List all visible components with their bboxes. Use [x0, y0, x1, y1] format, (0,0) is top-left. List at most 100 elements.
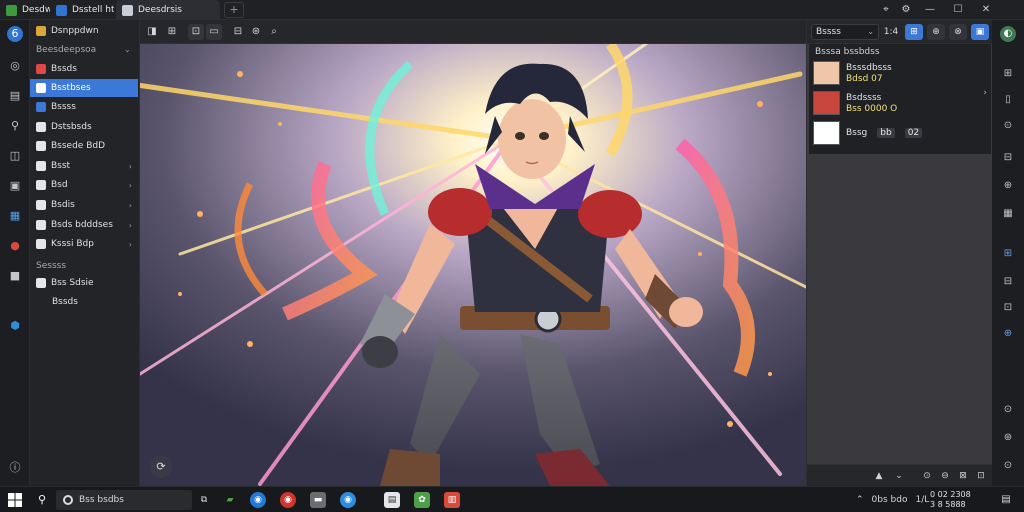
sidebar-item-2[interactable]: Bssss	[30, 98, 138, 116]
browser-icon[interactable]: ◉	[340, 492, 356, 508]
move-down-icon[interactable]: ⌄	[891, 468, 907, 484]
folder-icon[interactable]: ▬	[310, 492, 326, 508]
add-icon[interactable]: ⊕	[1000, 178, 1016, 194]
frame-tool-icon[interactable]: ⊡	[188, 24, 204, 40]
table-icon[interactable]: ⊟	[1000, 274, 1016, 290]
minimize-button[interactable]: —	[918, 0, 942, 20]
panel-icon[interactable]: ▯	[1000, 92, 1016, 108]
sidebar-item-top[interactable]: Dsnppdwn	[30, 22, 138, 40]
office-app-icon[interactable]: ▥	[444, 492, 460, 508]
move-up-icon[interactable]: ▲	[871, 468, 887, 484]
delete-icon[interactable]: ⊠	[955, 468, 971, 484]
tab-desdw[interactable]: Desdw	[0, 0, 50, 20]
sidebar-item-3[interactable]: Dstsbsds	[30, 118, 138, 136]
panel-icon[interactable]: ◫	[7, 148, 23, 164]
clock[interactable]: 0 02 2308 3 8 5888	[930, 490, 971, 510]
sidebar-item-8[interactable]: Bsds bdddses ›	[30, 216, 138, 234]
notification-icon[interactable]: ▤	[998, 492, 1014, 508]
grid-tool-icon[interactable]: ⊟	[230, 24, 246, 40]
sidebar-item-label: Bsdis	[51, 200, 75, 210]
settings-icon[interactable]: ⚙	[894, 0, 918, 20]
character-artwork	[140, 44, 806, 486]
edge-icon[interactable]: ◉	[250, 492, 266, 508]
view-select[interactable]: Bssss ⌄	[811, 24, 879, 40]
chevron-right-icon[interactable]: ›	[983, 88, 987, 98]
search-icon[interactable]: ⚲	[34, 492, 50, 508]
close-button[interactable]: ✕	[974, 0, 998, 20]
profile-icon[interactable]: ◐	[1000, 26, 1016, 42]
layer-item[interactable]: Bssg bb 02	[813, 120, 973, 146]
record-icon[interactable]: ●	[7, 238, 23, 254]
layer-badge[interactable]: bb	[877, 128, 895, 138]
visibility-icon[interactable]: ⊙	[919, 468, 935, 484]
windows-start-icon[interactable]	[8, 493, 22, 507]
sidebar-item-6[interactable]: Bsd ›	[30, 176, 138, 194]
sidebar-section-header: Beesdeepsoa	[36, 45, 97, 55]
gallery-icon[interactable]: ▦	[7, 208, 23, 224]
frame-icon[interactable]: ⊡	[1000, 300, 1016, 316]
shape-icon[interactable]: ⊕	[1000, 326, 1016, 342]
maximize-button[interactable]: ☐	[946, 0, 970, 20]
duplicate-icon[interactable]: ⊡	[973, 468, 989, 484]
tray-network[interactable]: 1/L	[915, 495, 929, 505]
mask-icon[interactable]: ⊖	[937, 468, 953, 484]
image-canvas[interactable]: ⟳	[140, 44, 806, 486]
layout-icon[interactable]: ⊞	[1000, 246, 1016, 262]
copy-icon[interactable]: ⊟	[1000, 150, 1016, 166]
rect-tool-icon[interactable]: ▭	[206, 24, 222, 40]
notes-app-icon[interactable]: ▤	[384, 492, 400, 508]
layer-item[interactable]: Bsdssss Bss 0000 O	[813, 90, 973, 116]
grid-view-icon[interactable]: ⊞	[905, 24, 923, 40]
canvas-options-icon[interactable]: ⟳	[150, 456, 172, 478]
info-icon[interactable]: ⓘ	[7, 460, 23, 476]
search-icon[interactable]: ⚲	[7, 118, 23, 134]
chevron-up-icon[interactable]: ⌃	[856, 495, 864, 505]
expand-icon[interactable]: ⊞	[1000, 66, 1016, 82]
zoom-tool-icon[interactable]: ⌕	[266, 24, 282, 40]
tab-deesdrsis-active[interactable]: Deesdrsis	[116, 0, 220, 20]
select-tool-icon[interactable]: ◨	[144, 24, 160, 40]
effects-tool-icon[interactable]: ⊛	[248, 24, 264, 40]
sidebar-item-extra-1[interactable]: Bssds	[30, 293, 138, 311]
sidebar-item-1-active[interactable]: Bsstbses	[30, 79, 138, 97]
explore-icon[interactable]: ◎	[7, 58, 23, 74]
layer-item[interactable]: Bsssdbsss Bdsd 07	[813, 60, 973, 86]
history-icon[interactable]: ⊙	[1000, 402, 1016, 418]
zoom-value[interactable]: 1:4	[881, 24, 901, 40]
link-icon[interactable]: ⊙	[1000, 118, 1016, 134]
section-chevron-icon[interactable]: ⌄	[124, 45, 131, 54]
sidebar-item-9[interactable]: Ksssi Bdp ›	[30, 235, 138, 253]
settings-icon[interactable]: ⊙	[1000, 458, 1016, 474]
effects-icon[interactable]: ⊛	[1000, 430, 1016, 446]
home-icon[interactable]: 6	[7, 26, 23, 42]
taskbar-search[interactable]: Bss bsdbs	[56, 490, 192, 510]
add-view-icon[interactable]: ⊕	[927, 24, 945, 40]
leaf-app-icon[interactable]: ✿	[414, 492, 430, 508]
remove-view-icon[interactable]: ⊗	[949, 24, 967, 40]
fullscreen-icon[interactable]: ▣	[971, 24, 989, 40]
new-tab-button[interactable]: +	[224, 2, 244, 18]
tray-status[interactable]: 0bs bdo	[872, 495, 908, 505]
item-icon	[36, 161, 46, 171]
media-icon[interactable]: ▣	[7, 178, 23, 194]
item-icon	[36, 83, 46, 93]
sidebar-item-0[interactable]: Bssds	[30, 60, 138, 78]
sidebar-item-label: Bss Sdsie	[51, 278, 94, 288]
library-icon[interactable]: ▦	[1000, 206, 1016, 222]
sidebar-item-4[interactable]: Bssede BdD	[30, 137, 138, 155]
sidebar-item-7[interactable]: Bsdis ›	[30, 196, 138, 214]
layer-badge[interactable]: 02	[904, 128, 923, 138]
folder-icon	[36, 102, 46, 112]
opera-icon[interactable]: ◉	[280, 492, 296, 508]
layer-meta: Bss 0000 O	[846, 103, 898, 114]
image-icon	[122, 4, 133, 16]
sidebar-item-extra-0[interactable]: Bss Sdsie	[30, 274, 138, 292]
files-icon[interactable]: ▰	[222, 492, 238, 508]
tab-dsstell[interactable]: Dsstell htm	[50, 0, 114, 20]
square-icon[interactable]: ■	[7, 268, 23, 284]
sidebar-item-5[interactable]: Bsst ›	[30, 157, 138, 175]
task-view-icon[interactable]: ⧉	[196, 492, 212, 508]
cube-icon[interactable]: ⬢	[7, 318, 23, 334]
crop-tool-icon[interactable]: ⊞	[164, 24, 180, 40]
notes-icon[interactable]: ▤	[7, 88, 23, 104]
